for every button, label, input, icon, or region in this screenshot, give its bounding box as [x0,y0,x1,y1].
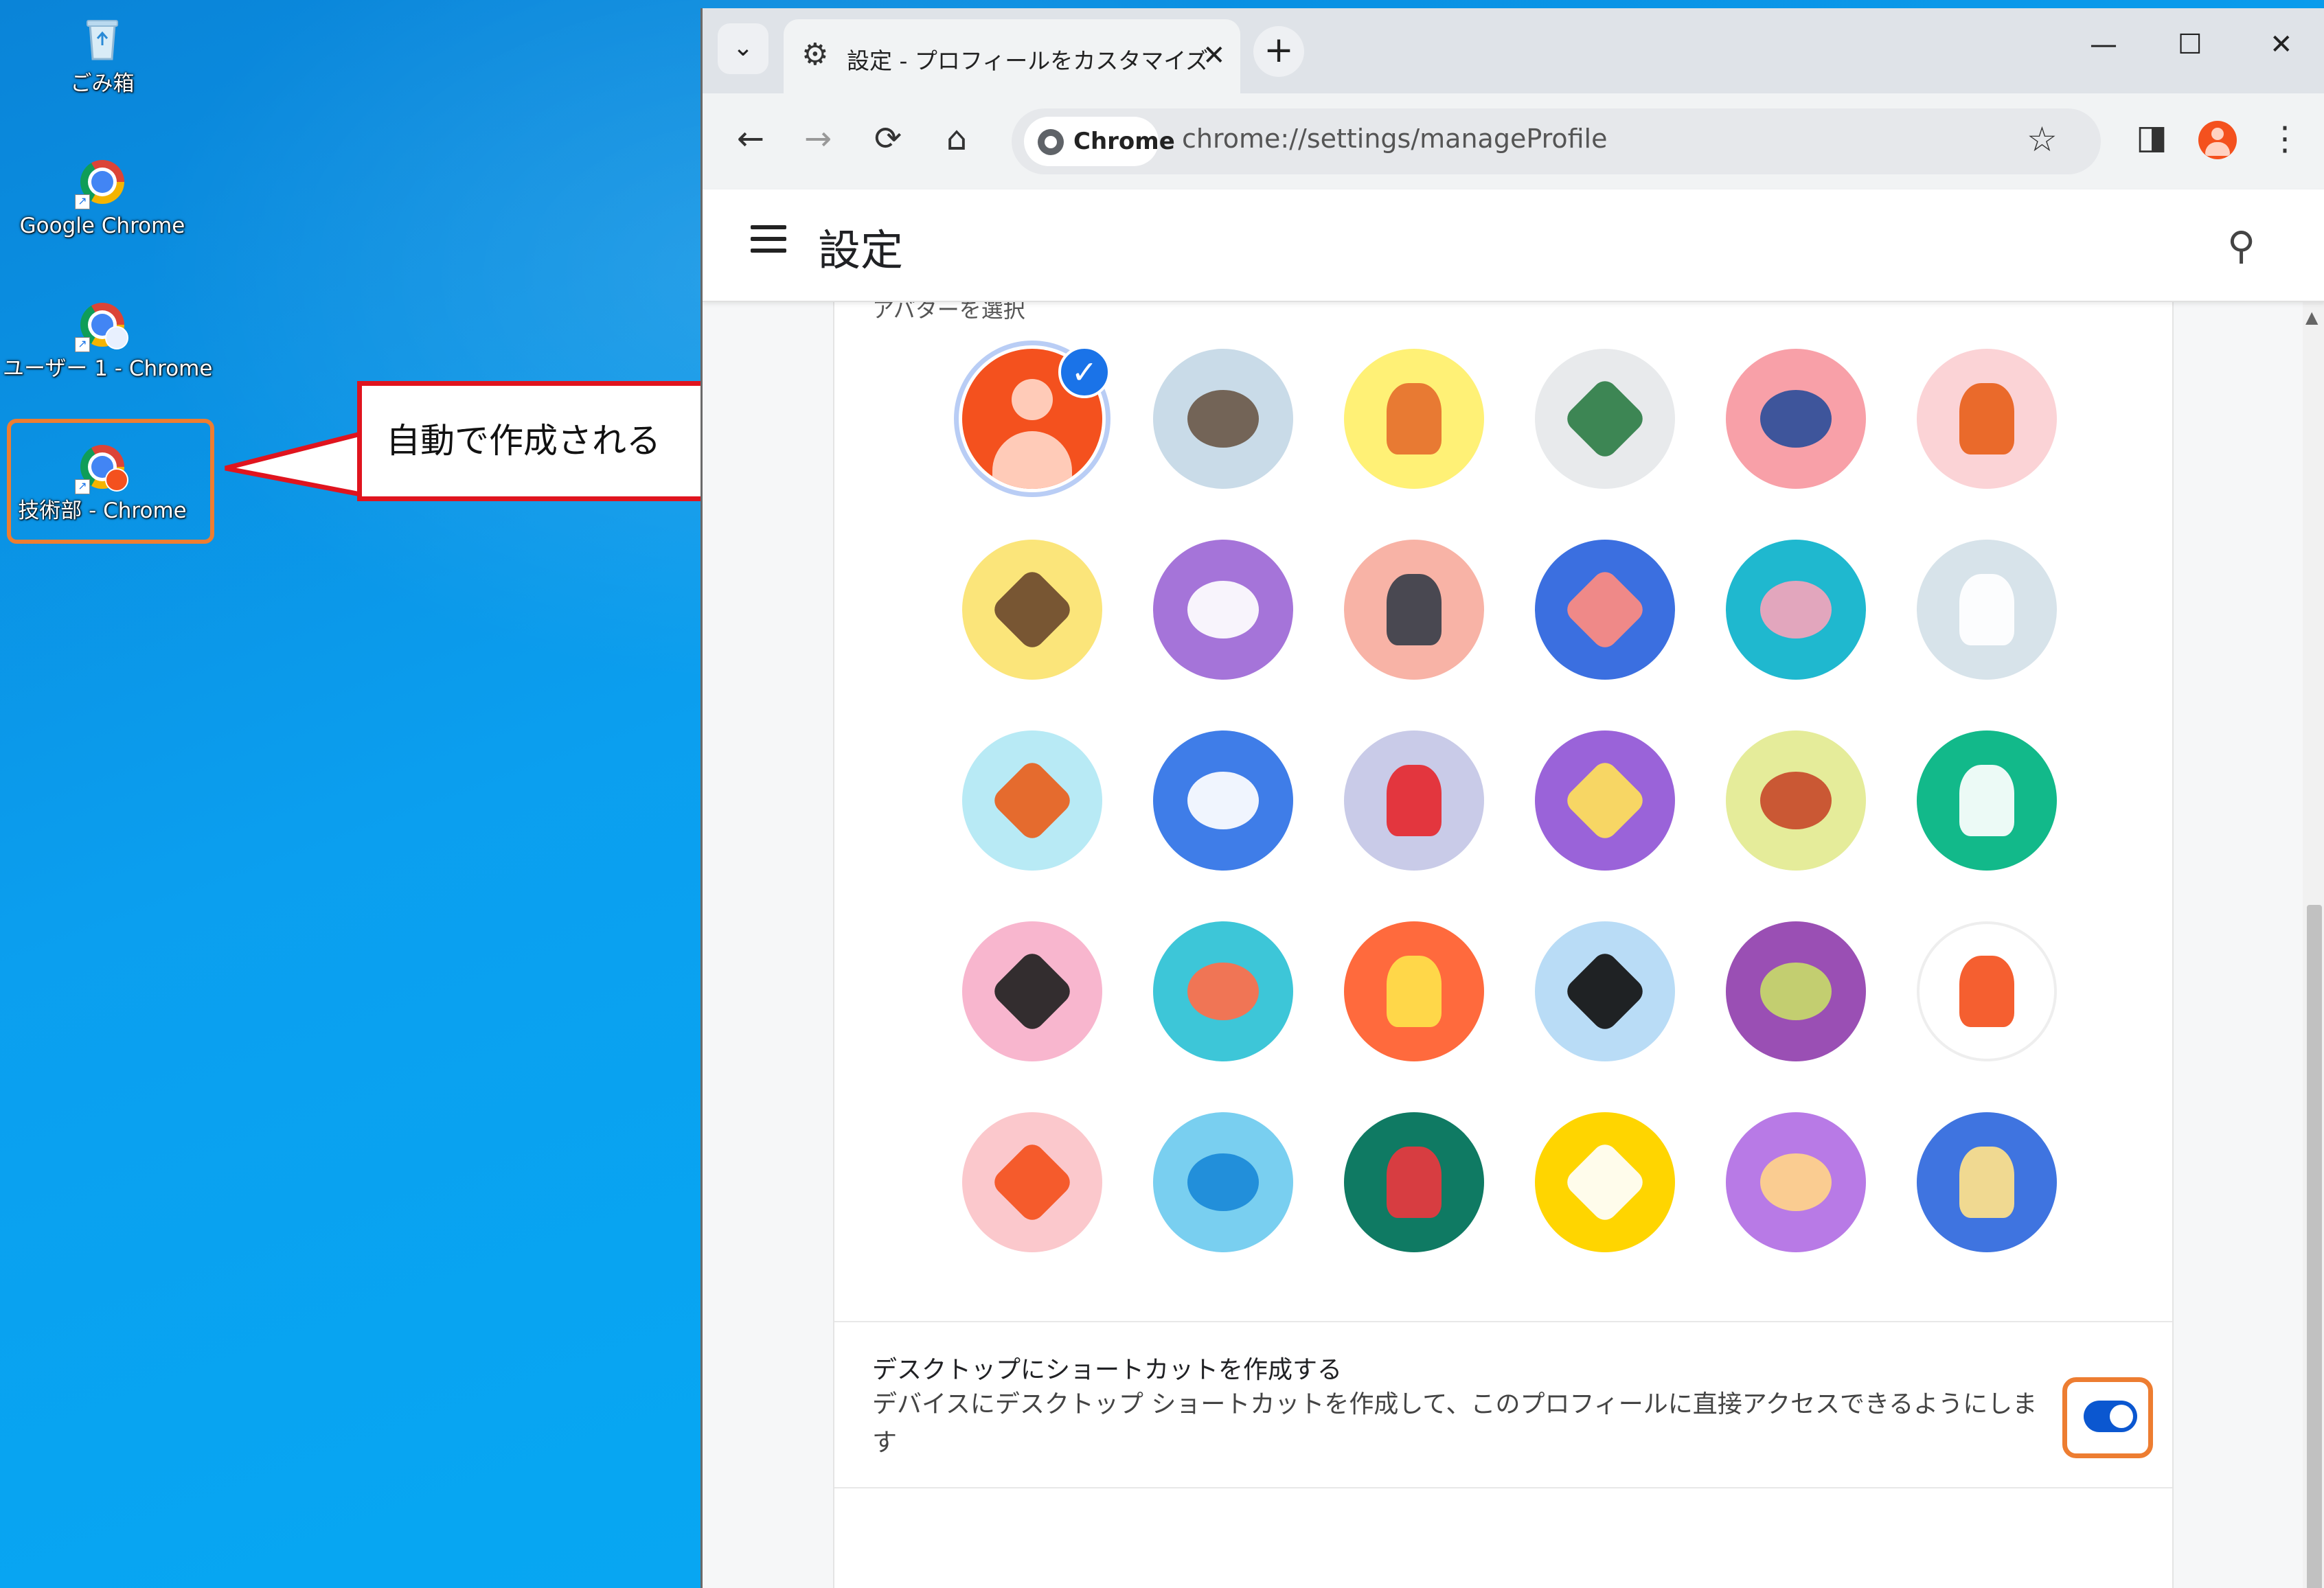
address-bar[interactable]: Chrome chrome://settings/manageProfile ☆ [1012,108,2101,174]
google-chrome-shortcut[interactable]: ↗ Google Chrome [3,154,202,240]
scrollbar-thumb[interactable] [2307,905,2322,1588]
avatar-pizza[interactable] [1726,1112,1866,1252]
url-text[interactable]: chrome://settings/manageProfile [1182,124,1608,154]
divider [834,1487,2172,1488]
back-button[interactable]: ← [730,119,771,158]
hamburger-menu-icon[interactable] [751,225,786,260]
avatar-rabbit[interactable] [1726,540,1866,680]
scrollbar[interactable]: ▲ [2303,301,2324,1588]
create-shortcut-toggle[interactable] [2084,1401,2137,1432]
chrome-profile-icon: ↗ [75,297,130,352]
avatar-basketball[interactable] [962,730,1102,871]
tab-settings[interactable]: ⚙ 設定 - プロフィールをカスタマイズ ✕ [784,19,1240,93]
avatar-sandwich[interactable] [1917,1112,2057,1252]
tab-search-button[interactable]: ⌄ [718,23,768,74]
page-title: 設定 [818,225,904,275]
avatar-tamagotchi[interactable] [1344,921,1484,1061]
gear-icon: ⚙ [801,37,829,72]
desktop-icon-label: ユーザー 1 - Chrome [3,356,213,381]
maximize-button[interactable]: ☐ [2178,29,2202,60]
close-window-button[interactable]: ✕ [2270,29,2293,60]
avatar-fox[interactable] [1917,349,2057,489]
forward-button[interactable]: → [797,119,839,158]
side-panel-icon[interactable]: ◨ [2131,118,2172,157]
profile-avatar[interactable] [2198,121,2237,159]
profile-card: アバターを選択 ✓ デスクトップにショートカットを作成する デバイスにデスクトッ… [833,297,2174,1588]
tab-strip: ⌄ ⚙ 設定 - プロフィールをカスタマイズ ✕ + — ☐ ✕ [703,8,2324,93]
avatar-corgi[interactable] [1344,349,1484,489]
avatar-elephant[interactable] [1726,349,1866,489]
chrome-icon [1038,129,1064,155]
selected-check-icon: ✓ [1058,346,1110,398]
shortcut-setting-description: デバイスにデスクトップ ショートカットを作成して、このプロフィールに直接アクセス… [872,1390,2038,1457]
chrome-icon: ↗ [75,154,130,209]
scroll-up-arrow-icon[interactable]: ▲ [2305,308,2318,327]
desktop-icon-label: ごみ箱 [70,71,135,96]
search-icon[interactable]: ⚲ [2227,224,2255,268]
avatar-vinyl[interactable] [1535,921,1675,1061]
shortcut-setting-title: デスクトップにショートカットを作成する [872,1356,1343,1384]
avatar-dragon[interactable] [1535,349,1675,489]
avatar-bird[interactable] [1344,730,1484,871]
avatar-ice-cube[interactable] [1153,1112,1293,1252]
avatar-unicorn[interactable] [1917,540,2057,680]
avatar-avocado[interactable] [1726,921,1866,1061]
settings-content: アバターを選択 ✓ デスクトップにショートカットを作成する デバイスにデスクトッ… [703,297,2324,1588]
browser-toolbar: ← → ⟳ ⌂ Chrome chrome://settings/manageP… [703,93,2324,191]
settings-header: 設定 ⚲ [703,189,2324,302]
chip-label: Chrome [1073,128,1175,155]
tab-title: 設定 - プロフィールをカスタマイズ [847,47,1209,74]
avatar-watermelon[interactable] [1344,1112,1484,1252]
avatar-monkey[interactable] [962,540,1102,680]
avatar-penguin[interactable] [1344,540,1484,680]
avatar-icecream[interactable] [962,1112,1102,1252]
avatar-bike[interactable] [1153,730,1293,871]
divider [834,1321,2172,1322]
desktop-icon-label: Google Chrome [19,214,185,238]
reload-button[interactable]: ⟳ [867,119,909,158]
shortcut-highlight-box [7,419,214,544]
bookmark-star-icon[interactable]: ☆ [2027,119,2058,159]
callout-pointer-arrow [225,431,361,497]
avatar-football[interactable] [1726,730,1866,871]
avatar-butterfly[interactable] [1535,540,1675,680]
recycle-bin-shortcut[interactable]: ごみ箱 [3,12,202,97]
user1-chrome-shortcut[interactable]: ↗ ユーザー 1 - Chrome [3,297,213,382]
avatar-cat[interactable] [1153,349,1293,489]
home-button[interactable]: ⌂ [936,119,977,158]
site-info-chip[interactable]: Chrome [1024,117,1175,166]
recycle-bin-icon [75,12,130,67]
avatar-cheese[interactable] [1535,730,1675,871]
avatar-onigiri[interactable] [1535,1112,1675,1252]
shortcut-arrow-icon: ↗ [75,337,90,352]
avatar-ramen[interactable] [1917,730,2057,871]
new-tab-button[interactable]: + [1253,26,1304,77]
minimize-button[interactable]: — [2090,29,2117,60]
avatar-panda[interactable] [1153,540,1293,680]
avatar-sushi[interactable] [1153,921,1293,1061]
chrome-window: ⌄ ⚙ 設定 - プロフィールをカスタマイズ ✕ + — ☐ ✕ ← → ⟳ ⌂… [700,8,2324,1588]
avatar-smile[interactable] [1917,921,2057,1061]
callout-box: 自動で作成される [357,381,711,501]
chrome-menu-icon[interactable]: ⋮ [2264,119,2305,158]
avatar-sunglasses[interactable] [962,921,1102,1061]
shortcut-arrow-icon: ↗ [75,194,90,209]
tab-close-icon[interactable]: ✕ [1203,40,1226,71]
